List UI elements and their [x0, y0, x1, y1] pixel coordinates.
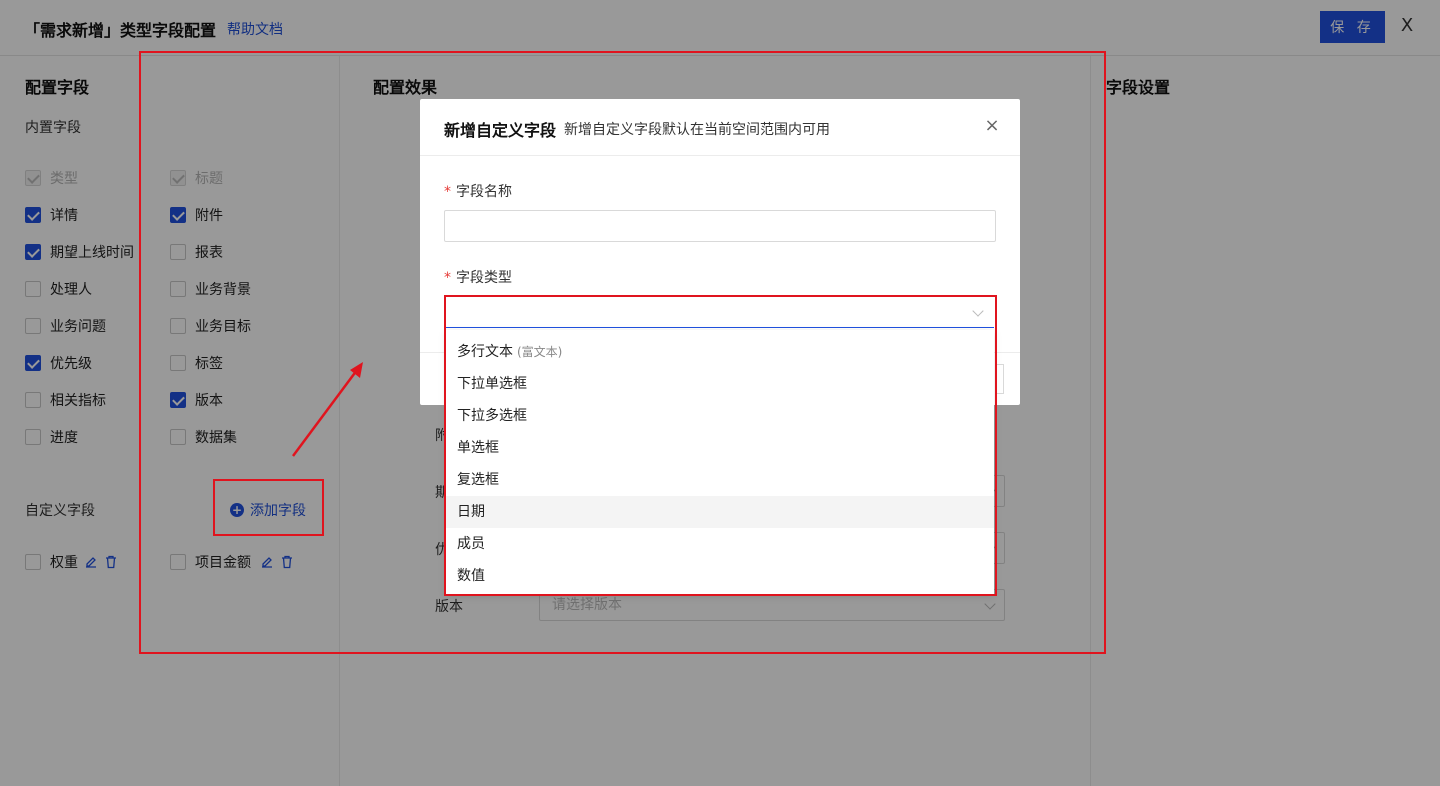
field-type-select[interactable]: [446, 298, 994, 328]
field-type-option[interactable]: 单选框: [446, 432, 994, 464]
modal-footer-button[interactable]: [996, 364, 1004, 394]
modal-subtitle: 新增自定义字段默认在当前空间范围内可用: [564, 122, 830, 138]
field-name-label: * 字段名称: [444, 184, 512, 200]
option-label: 单选框: [457, 440, 499, 456]
field-type-option[interactable]: 成员: [446, 528, 994, 560]
option-label: 下拉多选框: [457, 408, 527, 424]
option-hint: (富文本): [517, 345, 563, 359]
option-label: 下拉单选框: [457, 376, 527, 392]
field-type-option[interactable]: 日期: [446, 496, 994, 528]
field-type-label: * 字段类型: [444, 270, 512, 286]
required-mark: *: [444, 184, 451, 200]
field-type-option[interactable]: 下拉多选框: [446, 400, 994, 432]
option-label: 成员: [457, 536, 485, 552]
field-name-input[interactable]: [444, 210, 996, 242]
field-type-option[interactable]: 复选框: [446, 464, 994, 496]
option-label: 多行文本: [457, 344, 513, 360]
required-mark: *: [444, 270, 451, 286]
modal-title: 新增自定义字段: [444, 121, 557, 140]
modal-close-icon[interactable]: ×: [982, 115, 1002, 137]
field-type-option[interactable]: 多行文本 (富文本): [446, 336, 994, 368]
option-label: 数值: [457, 568, 485, 584]
field-type-option[interactable]: 数值: [446, 560, 994, 592]
option-label: 日期: [457, 504, 485, 520]
field-type-option[interactable]: 下拉单选框: [446, 368, 994, 400]
field-type-dropdown: 多行文本 (富文本) 下拉单选框下拉多选框单选框复选框日期成员数值: [446, 330, 994, 594]
chevron-down-icon: [972, 305, 984, 317]
modal-header: 新增自定义字段 新增自定义字段默认在当前空间范围内可用 ×: [420, 99, 1020, 156]
option-label: 复选框: [457, 472, 499, 488]
